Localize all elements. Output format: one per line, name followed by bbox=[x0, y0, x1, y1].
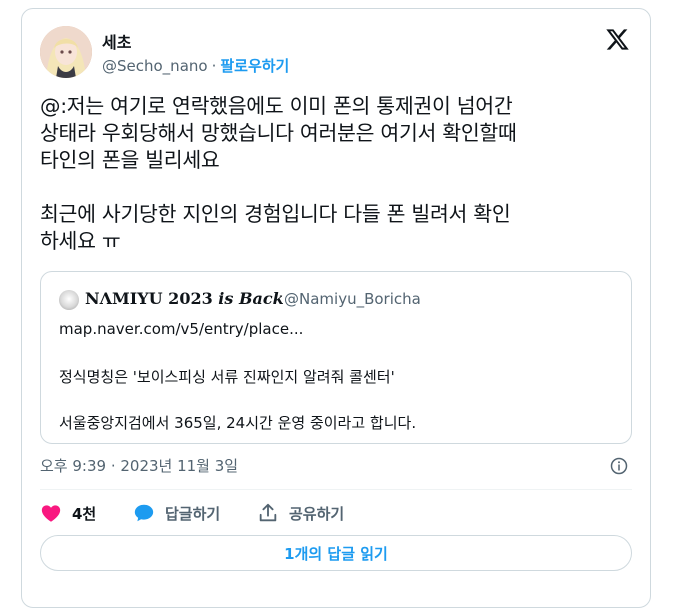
like-count: 4천 bbox=[72, 504, 97, 523]
quote-author-handle: @Namiyu_Boricha bbox=[284, 290, 421, 308]
info-icon[interactable] bbox=[610, 457, 628, 475]
quote-author-name: NΛMIYU 2023 is Back bbox=[85, 289, 284, 308]
tweet-timestamp[interactable]: 오후 9:39 · 2023년 11월 3일 bbox=[40, 455, 238, 476]
like-button[interactable]: 4천 bbox=[40, 501, 96, 525]
quote-text-line1: 정식명칭은 '보이스피싱 서류 진짜인지 알려줘 콜센터' bbox=[59, 368, 395, 386]
speech-bubble-icon bbox=[134, 504, 154, 522]
x-logo-icon[interactable] bbox=[605, 27, 630, 52]
author-name[interactable]: 세초 bbox=[102, 29, 131, 53]
quote-name-text: NΛMIYU 2023 bbox=[85, 289, 219, 308]
author-avatar[interactable] bbox=[40, 26, 92, 78]
reply-label: 답글하기 bbox=[165, 504, 221, 523]
separator-dot: · bbox=[211, 57, 217, 75]
share-button[interactable]: 공유하기 bbox=[257, 501, 344, 525]
quote-link: map.naver.com/v5/entry/place... bbox=[59, 320, 304, 338]
author-handle-row: @Secho_nano · 팔로우하기 bbox=[102, 55, 289, 76]
divider bbox=[40, 489, 632, 490]
quote-name-italic: is Back bbox=[218, 289, 284, 308]
quote-avatar bbox=[59, 290, 79, 310]
reply-button[interactable]: 답글하기 bbox=[133, 501, 220, 525]
share-icon bbox=[259, 503, 277, 522]
follow-button[interactable]: 팔로우하기 bbox=[220, 57, 289, 75]
quote-text-line2: 서울중앙지검에서 365일, 24시간 운영 중이라고 합니다. bbox=[59, 414, 417, 432]
author-handle[interactable]: @Secho_nano bbox=[102, 57, 208, 75]
tweet-text: @:저는 여기로 연락했음에도 이미 폰의 통제권이 넘어간 상태라 우회당해서… bbox=[40, 94, 517, 253]
tweet-card: 세초 @Secho_nano · 팔로우하기 @:저는 여기로 연락했음에도 이미 … bbox=[21, 8, 651, 608]
share-label: 공유하기 bbox=[289, 504, 345, 523]
heart-icon bbox=[41, 505, 61, 522]
read-replies-button[interactable]: 1개의 답글 읽기 bbox=[40, 535, 632, 571]
quoted-tweet[interactable]: NΛMIYU 2023 is Back @Namiyu_Boricha map.… bbox=[40, 271, 632, 444]
